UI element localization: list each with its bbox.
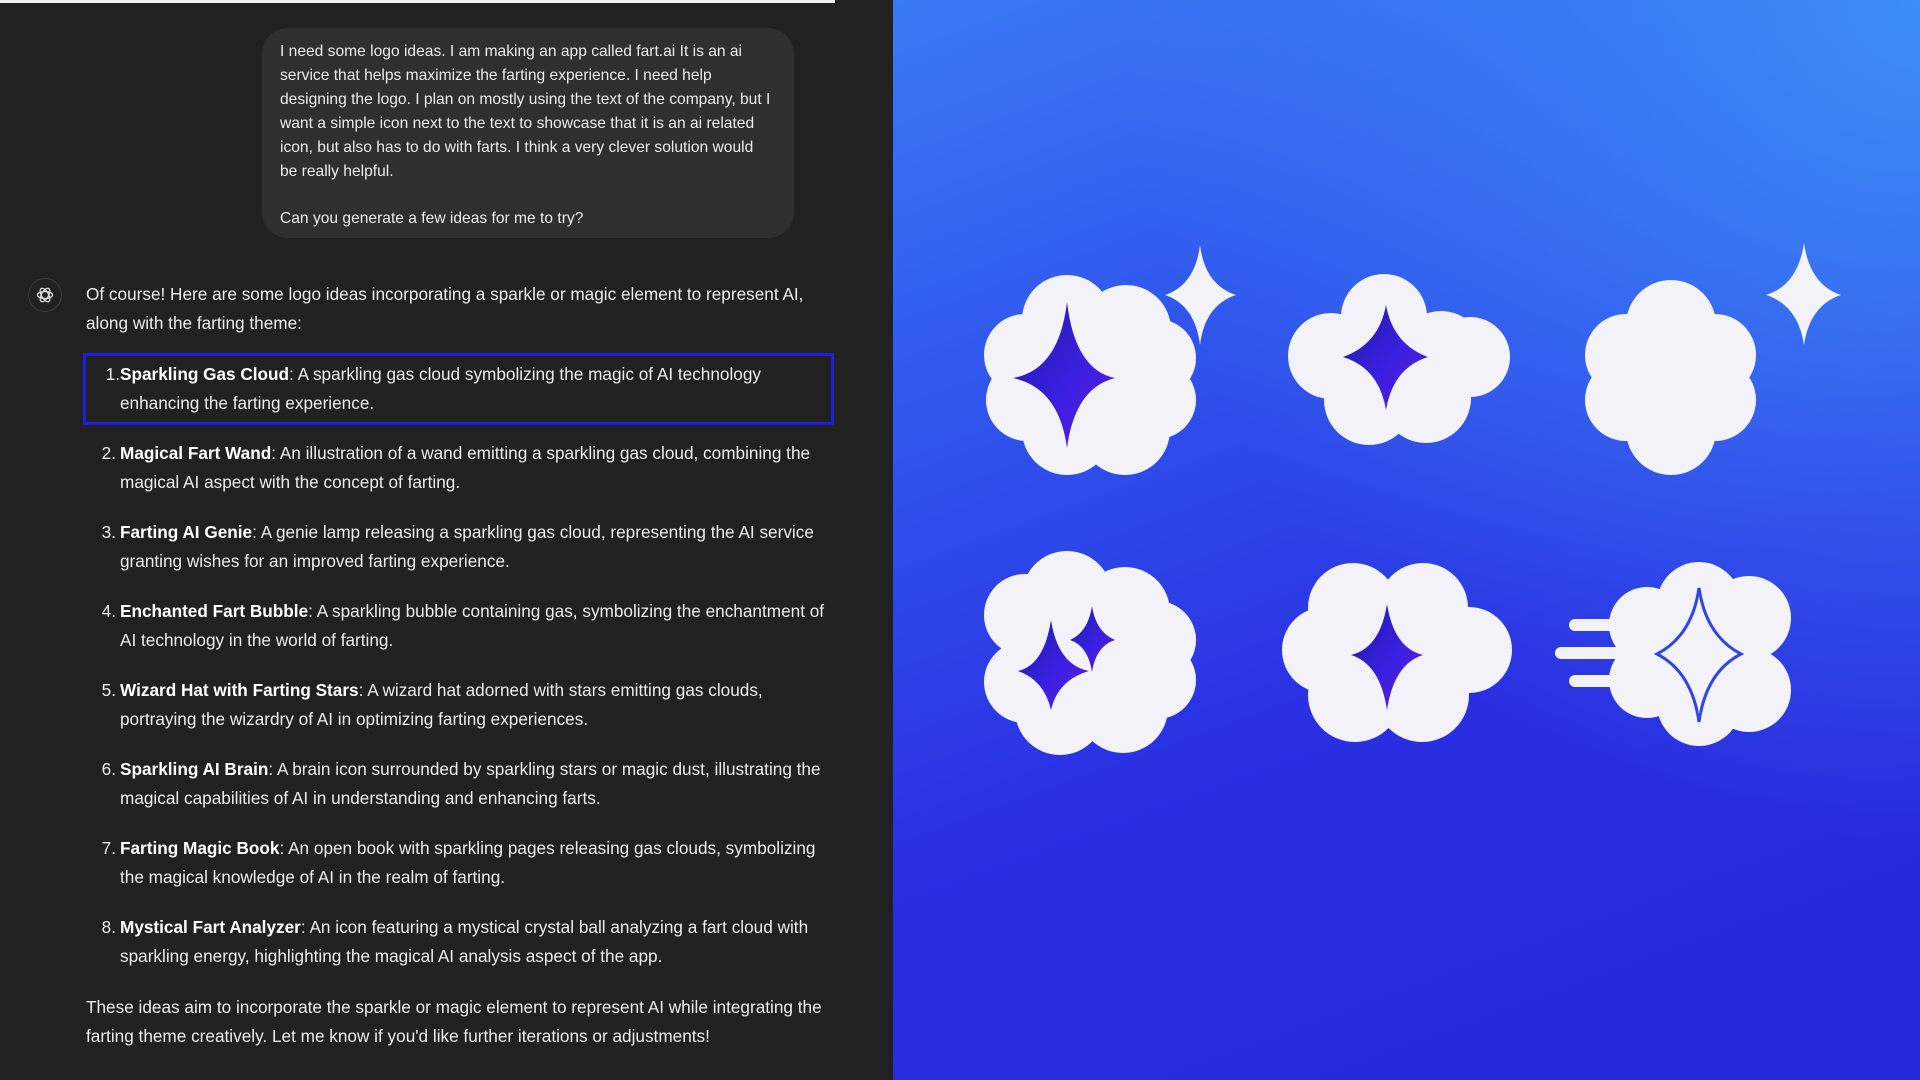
- user-message-paragraph: Can you generate a few ideas for me to t…: [280, 210, 584, 228]
- logo-concept-1: [984, 245, 1236, 475]
- idea-list-item: 1. Sparkling Gas Cloud: A sparkling gas c…: [83, 353, 834, 425]
- assistant-message: Of course! Here are some logo ideas inco…: [83, 280, 834, 1051]
- idea-title: Wizard Hat with Farting Stars: [120, 680, 359, 700]
- idea-number: 8.: [101, 917, 116, 937]
- idea-number: 2.: [101, 443, 116, 463]
- idea-title: Farting Magic Book: [120, 838, 280, 858]
- assistant-outro: These ideas aim to incorporate the spark…: [86, 997, 822, 1046]
- idea-list-item: 6. Sparkling AI Brain: A brain icon surro…: [86, 755, 831, 813]
- openai-logo-icon: [36, 287, 54, 303]
- idea-title: Mystical Fart Analyzer: [120, 917, 301, 937]
- logo-concept-5: [1282, 563, 1512, 742]
- idea-number: 4.: [101, 601, 116, 621]
- idea-title: Farting AI Genie: [120, 522, 253, 542]
- logo-concept-3: [1585, 243, 1841, 475]
- idea-number: 6.: [101, 759, 116, 779]
- top-divider: [0, 0, 835, 3]
- idea-title: Magical Fart Wand: [120, 443, 272, 463]
- idea-number: 1.: [105, 364, 120, 384]
- user-message-paragraph: I need some logo ideas. I am making an a…: [280, 43, 771, 180]
- logo-concept-6: [1555, 562, 1791, 746]
- idea-list: 1. Sparkling Gas Cloud: A sparkling gas c…: [83, 353, 834, 971]
- idea-list-item: 8. Mystical Fart Analyzer: An icon featur…: [86, 913, 831, 971]
- logo-concepts-canvas: [984, 243, 1841, 755]
- idea-number: 7.: [101, 838, 116, 858]
- cloud-icon: [1585, 280, 1756, 475]
- idea-title: Sparkling Gas Cloud: [120, 364, 290, 384]
- chat-panel: I need some logo ideas. I am making an a…: [0, 0, 893, 1080]
- idea-number: 3.: [101, 522, 116, 542]
- assistant-avatar: [28, 278, 62, 312]
- idea-title: Sparkling AI Brain: [120, 759, 269, 779]
- star-icon: [1766, 243, 1841, 345]
- idea-list-item: 3. Farting AI Genie: A genie lamp releasi…: [86, 518, 831, 576]
- idea-list-item: 7. Farting Magic Book: An open book with …: [86, 834, 831, 892]
- idea-number: 5.: [101, 680, 116, 700]
- logo-preview-panel: [893, 0, 1920, 1080]
- user-message-bubble: I need some logo ideas. I am making an a…: [262, 28, 794, 238]
- logo-concept-4: [984, 551, 1196, 755]
- idea-list-item: 5. Wizard Hat with Farting Stars: A wizar…: [86, 676, 831, 734]
- idea-list-item: 4. Enchanted Fart Bubble: A sparkling bub…: [86, 597, 831, 655]
- idea-list-item: 2. Magical Fart Wand: An illustration of …: [86, 439, 831, 497]
- logo-concept-2: [1288, 274, 1510, 445]
- assistant-intro: Of course! Here are some logo ideas inco…: [86, 284, 804, 333]
- idea-title: Enchanted Fart Bubble: [120, 601, 309, 621]
